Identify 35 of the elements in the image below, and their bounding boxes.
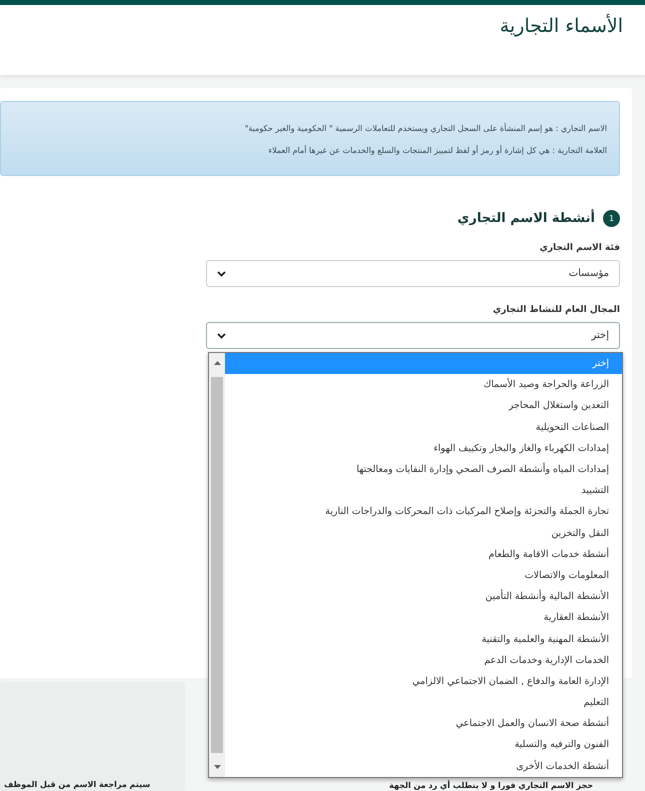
note-text: حجز الاسم التجاري فورا و لا يتطلب أي رد من الجهة [389, 781, 593, 790]
dropdown-option[interactable]: الصناعات التحويلية [225, 416, 622, 438]
dropdown-option[interactable]: الخدمات الإدارية وخدمات الدعم [225, 650, 622, 671]
dropdown-option[interactable]: الأنشطة المهنية والعلمية والتقنية [225, 628, 622, 650]
dropdown-option[interactable]: إمدادات الكهرباء والغاز والبخار وتكييف الهواء [225, 438, 622, 459]
info-text: الاسم التجاري : هو إسم المنشأة على السجل التجاري ويستخدم للتعاملات الرسمية " الحكومية والغير حكومية" [244, 124, 607, 133]
dropdown-option[interactable]: المعلومات والاتصالات [225, 564, 622, 586]
dropdown-option[interactable]: التعليم [225, 692, 622, 714]
dropdown-option[interactable]: تجارة الجملة والتجزئة وإصلاح المركبات ذات المحركات والدراجات النارية [225, 501, 622, 522]
dropdown-option[interactable]: الفنون والترفيه والتسلية [225, 734, 622, 756]
select-field[interactable]: إختر [206, 322, 620, 349]
page-title: الأسماء التجارية [500, 15, 623, 37]
dropdown-option[interactable]: إمدادات المياه وأنشطة الصرف الصحي وإدارة النفايات ومعالجتها [225, 458, 622, 480]
dropdown-option[interactable]: الإدارة العامة والدفاع , الضمان الاجتماعي الالزامي [225, 670, 622, 692]
section-title: أنشطة الاسم التجاري [457, 211, 595, 226]
scroll-up-icon[interactable] [214, 361, 220, 365]
note-text: سيتم مراجعة الاسم من قبل الموظف [4, 780, 150, 789]
scroll-down-icon[interactable] [214, 765, 220, 769]
dropdown-option[interactable]: الأنشطة المالية وأنشطة التأمين [225, 586, 622, 608]
dropdown-option[interactable]: التشييد [225, 480, 622, 502]
info-text: العلامة التجارية : هي كل إشارة أو رمز أو لفظ لتمييز المنتجات والسلع والخدمات عن غيرها أمام العملاء [267, 146, 607, 155]
chevron-down-icon [217, 270, 226, 276]
dropdown-option[interactable]: أنشطة صحة الانسان والعمل الاجتماعي [225, 713, 622, 734]
field-label: المجال العام للنشاط التجاري [492, 305, 620, 315]
field-label: فئة الاسم التجاري [538, 243, 620, 253]
select-field[interactable]: مؤسسات [206, 260, 620, 287]
step-number: 1 [603, 210, 620, 227]
dropdown-option[interactable]: النقل والتخزين [225, 522, 622, 544]
dropdown-option[interactable]: الأنشطة العقارية [225, 607, 622, 628]
dropdown-option[interactable]: أنشطة خدمات الاقامة والطعام [225, 544, 622, 565]
dropdown-option[interactable]: أنشطة الخدمات الأخرى [225, 756, 622, 777]
dropdown-option[interactable]: التعدين واستغلال المحاجر [225, 395, 622, 417]
scrollbar[interactable] [209, 353, 225, 777]
chevron-down-icon [217, 332, 226, 338]
dropdown-option[interactable]: الزراعة والحراجة وصيد الأسماك [225, 374, 622, 396]
